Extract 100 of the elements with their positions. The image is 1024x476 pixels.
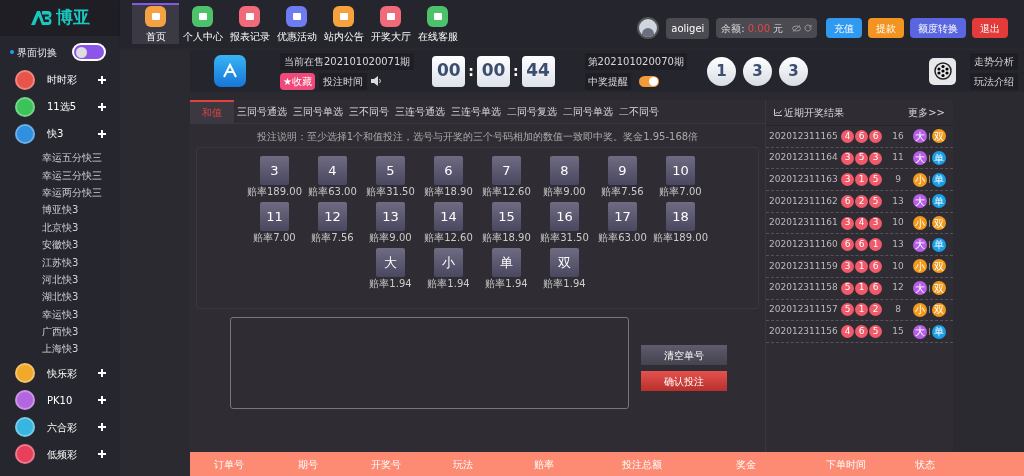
size-tag: 大 bbox=[913, 237, 927, 252]
number-button[interactable]: 14 bbox=[434, 202, 463, 231]
number-button[interactable]: 17 bbox=[608, 202, 637, 231]
play-tab[interactable]: 二同号单选 bbox=[560, 100, 616, 123]
sum-value: 12 bbox=[891, 281, 905, 295]
plus-icon[interactable] bbox=[98, 75, 106, 84]
submenu-item[interactable]: 安徽快3 bbox=[42, 237, 79, 253]
bet-textarea[interactable] bbox=[230, 317, 629, 409]
favorite-button[interactable]: ★收藏 bbox=[280, 72, 315, 90]
sum-value: 10 bbox=[891, 216, 905, 230]
plus-icon[interactable] bbox=[98, 423, 106, 432]
nav-tab[interactable]: 个人中心 bbox=[179, 3, 226, 44]
plus-icon[interactable] bbox=[98, 396, 106, 405]
plus-icon[interactable] bbox=[98, 450, 106, 459]
odds-label: 赔率1.94 bbox=[369, 278, 412, 290]
sum-value: 8 bbox=[894, 303, 902, 317]
sidebar-item[interactable]: 快3 bbox=[47, 126, 64, 141]
odds-label: 赔率63.00 bbox=[308, 186, 357, 198]
header-link[interactable]: 玩法介绍 bbox=[970, 72, 1018, 90]
nav-tab[interactable]: 报表记录 bbox=[226, 3, 273, 44]
account-button[interactable]: 额度转换 bbox=[910, 18, 966, 38]
sidebar-item[interactable]: 低频彩 bbox=[47, 446, 77, 462]
number-button[interactable]: 双 bbox=[550, 248, 579, 277]
win-alert-toggle[interactable] bbox=[638, 75, 659, 87]
number-button[interactable]: 15 bbox=[492, 202, 521, 231]
submenu-item[interactable]: 博亚快3 bbox=[42, 202, 79, 218]
number-button[interactable]: 11 bbox=[260, 202, 289, 231]
number-button[interactable]: 8 bbox=[550, 156, 579, 185]
number-button[interactable]: 13 bbox=[376, 202, 405, 231]
sum-value: 13 bbox=[891, 194, 905, 208]
header-link[interactable]: 走势分析 bbox=[970, 52, 1018, 70]
nav-tab[interactable]: 站内公告 bbox=[320, 3, 367, 44]
submenu-item[interactable]: 北京快3 bbox=[42, 219, 79, 235]
number-button[interactable]: 单 bbox=[492, 248, 521, 277]
game-logo-icon bbox=[214, 55, 246, 87]
number-button[interactable]: 大 bbox=[376, 248, 405, 277]
sum-value: 15 bbox=[891, 324, 905, 338]
refresh-icon[interactable] bbox=[804, 24, 812, 32]
number-button[interactable]: 7 bbox=[492, 156, 521, 185]
issue-number: 202012311160 bbox=[769, 238, 839, 252]
last-issue: 第202101020070期 bbox=[584, 52, 687, 70]
clear-button[interactable]: 清空单号 bbox=[641, 345, 727, 365]
number-button[interactable]: 12 bbox=[318, 202, 347, 231]
play-tab[interactable]: 三同号单选 bbox=[290, 100, 346, 123]
sidebar-item[interactable]: 11选5 bbox=[47, 99, 77, 114]
submenu-item[interactable]: 上海快3 bbox=[42, 341, 79, 357]
odds-label: 赔率7.56 bbox=[601, 186, 644, 198]
more-link[interactable]: 更多>> bbox=[908, 105, 945, 120]
submenu-item[interactable]: 河北快3 bbox=[42, 271, 79, 287]
play-tab[interactable]: 三连号通选 bbox=[392, 100, 448, 123]
number-button[interactable]: 10 bbox=[666, 156, 695, 185]
parity-tag: 单 bbox=[932, 194, 946, 209]
sidebar-item[interactable]: PK10 bbox=[47, 392, 73, 408]
nav-tab[interactable]: 优惠活动 bbox=[273, 3, 320, 44]
submenu-item[interactable]: 幸运五分快三 bbox=[42, 150, 102, 166]
nav-tab[interactable]: 首页 bbox=[132, 3, 179, 44]
hide-eye-icon[interactable] bbox=[792, 24, 801, 32]
results-title: 近期开奖结果 bbox=[784, 106, 844, 120]
odds-label: 赔率1.94 bbox=[427, 278, 470, 290]
play-tab[interactable]: 二同号复选 bbox=[504, 100, 560, 123]
play-tab[interactable]: 三不同号 bbox=[346, 100, 392, 123]
play-tab[interactable]: 三同号通选 bbox=[234, 100, 290, 123]
submenu-item[interactable]: 幸运两分快三 bbox=[42, 184, 102, 200]
number-button[interactable]: 4 bbox=[318, 156, 347, 185]
parity-tag: 单 bbox=[932, 237, 946, 252]
plus-icon[interactable] bbox=[98, 129, 106, 138]
number-button[interactable]: 5 bbox=[376, 156, 405, 185]
submenu-item[interactable]: 湖北快3 bbox=[42, 289, 79, 305]
account-button[interactable]: 退出 bbox=[972, 18, 1008, 38]
size-tag: 大 bbox=[913, 194, 927, 209]
sidebar-item[interactable]: 快乐彩 bbox=[47, 365, 77, 381]
submenu-item[interactable]: 幸运快3 bbox=[42, 306, 79, 322]
play-tab[interactable]: 三连号单选 bbox=[448, 100, 504, 123]
plus-icon[interactable] bbox=[98, 369, 106, 378]
sidebar-item[interactable]: 六合彩 bbox=[47, 419, 77, 435]
number-button[interactable]: 18 bbox=[666, 202, 695, 231]
number-button[interactable]: 小 bbox=[434, 248, 463, 277]
number-button[interactable]: 6 bbox=[434, 156, 463, 185]
submenu-item[interactable]: 广西快3 bbox=[42, 324, 79, 340]
submenu-item[interactable]: 江苏快3 bbox=[42, 254, 79, 270]
parity-tag: 单 bbox=[932, 324, 946, 339]
confirm-bet-button[interactable]: 确认投注 bbox=[641, 371, 727, 391]
play-tab[interactable]: 二不同号 bbox=[616, 100, 662, 123]
submenu-item[interactable]: 幸运三分快三 bbox=[42, 167, 102, 183]
issue-number: 202012311165 bbox=[769, 129, 839, 143]
sidebar-item[interactable]: 时时彩 bbox=[47, 72, 77, 87]
odds-label: 赔率9.00 bbox=[369, 232, 412, 244]
parity-tag: 双 bbox=[932, 259, 946, 274]
number-button[interactable]: 9 bbox=[608, 156, 637, 185]
odds-label: 赔率1.94 bbox=[485, 278, 528, 290]
avatar[interactable] bbox=[637, 17, 660, 39]
speaker-icon[interactable] bbox=[370, 76, 382, 86]
number-button[interactable]: 3 bbox=[260, 156, 289, 185]
nav-tab[interactable]: 开奖大厅 bbox=[367, 3, 414, 44]
column-header: 订单号 bbox=[213, 457, 245, 472]
theme-toggle[interactable] bbox=[72, 43, 106, 61]
plus-icon[interactable] bbox=[98, 102, 106, 111]
nav-tab[interactable]: 在线客服 bbox=[414, 3, 461, 44]
parity-tag: 双 bbox=[932, 302, 946, 317]
number-button[interactable]: 16 bbox=[550, 202, 579, 231]
